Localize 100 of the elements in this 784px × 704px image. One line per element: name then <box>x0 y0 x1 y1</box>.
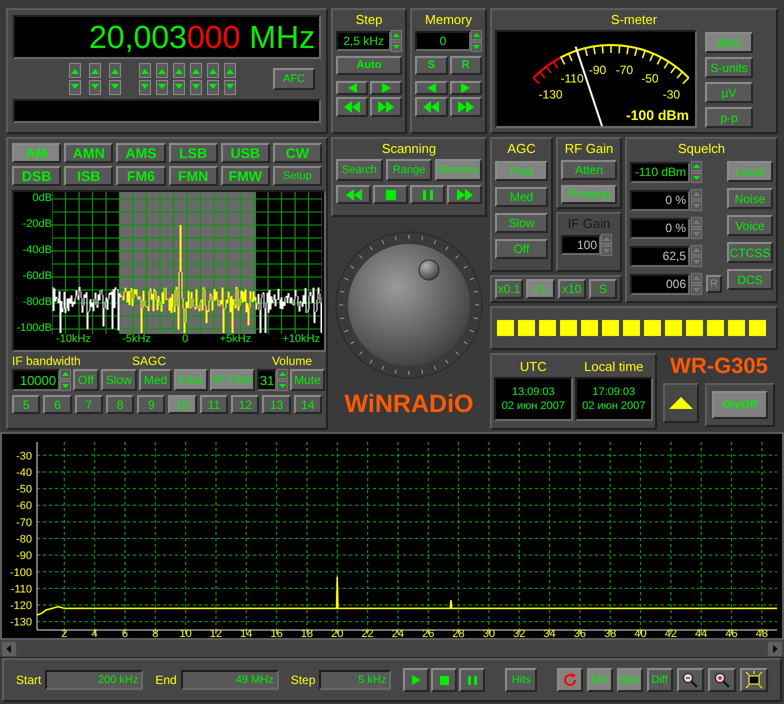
auto-button[interactable]: Auto <box>336 56 402 75</box>
fast-step-down-button[interactable] <box>336 97 368 117</box>
digit-tuning-arrows[interactable] <box>89 63 101 95</box>
squelch-mode-button[interactable]: CTCSS <box>727 242 773 263</box>
scan-forward-button[interactable] <box>447 185 482 204</box>
zoom-in-button[interactable] <box>708 668 736 692</box>
mode-button[interactable]: AMN <box>64 143 114 163</box>
digit-tuning-arrows[interactable] <box>69 63 81 95</box>
mode-button[interactable]: AMS <box>116 143 166 163</box>
agc-button[interactable]: Slow <box>495 213 548 233</box>
scroll-left-icon[interactable] <box>2 642 16 656</box>
digit-tuning-arrows[interactable] <box>173 63 185 95</box>
mode-button[interactable]: FMW <box>220 166 270 186</box>
range-field[interactable]: 49 MHz <box>180 670 279 690</box>
multiplier-button[interactable]: x0.1 <box>495 279 524 299</box>
preset-button[interactable]: 6 <box>43 395 72 414</box>
agc-button[interactable]: Off <box>495 239 548 259</box>
trace-toggle-button[interactable]: Max <box>616 668 643 692</box>
mode-button[interactable]: CW <box>272 143 322 163</box>
agc-button[interactable]: Med <box>495 187 548 207</box>
mute-button[interactable]: Mute <box>290 369 325 391</box>
sagc-button[interactable]: Fast <box>174 369 208 391</box>
fast-step-up-button[interactable] <box>370 97 402 117</box>
range-field[interactable]: 5 kHz <box>319 670 392 690</box>
play-button[interactable] <box>403 668 430 692</box>
spinner-arrows[interactable] <box>471 30 482 52</box>
if-bandwidth-field[interactable]: 10000 <box>12 369 60 391</box>
mode-button[interactable]: ISB <box>64 166 114 186</box>
digit-tuning-arrows[interactable] <box>224 63 236 95</box>
unit-button[interactable]: p-p <box>705 107 753 128</box>
mode-button[interactable]: FM6 <box>116 166 166 186</box>
preset-button[interactable]: 10 <box>168 395 197 414</box>
spinner-arrows[interactable] <box>691 161 702 183</box>
rf-gain-button[interactable]: Preamp <box>561 184 617 204</box>
digit-tuning-arrows[interactable] <box>190 63 202 95</box>
multiplier-button[interactable]: x10 <box>558 279 586 299</box>
step-down-button[interactable] <box>336 81 368 95</box>
step-up-button[interactable] <box>370 81 402 95</box>
scan-pause-button[interactable] <box>410 185 445 204</box>
preset-button[interactable]: 9 <box>137 395 166 414</box>
preset-button[interactable]: 5 <box>12 395 40 414</box>
preset-button[interactable]: 8 <box>106 395 134 414</box>
step-field[interactable]: 2,5 kHz <box>336 31 392 51</box>
horizontal-scrollbar[interactable] <box>0 640 784 658</box>
mode-button[interactable]: AM <box>12 143 62 163</box>
preset-button[interactable]: 7 <box>74 395 103 414</box>
memory-fast-forward-button[interactable] <box>450 97 482 117</box>
scan-stop-button[interactable] <box>373 185 408 204</box>
digit-tuning-arrows[interactable] <box>207 63 219 95</box>
multiplier-button[interactable]: x1 <box>526 279 554 299</box>
mode-button[interactable]: FMN <box>168 166 218 186</box>
volume-field[interactable]: 31 <box>257 369 278 391</box>
hits-button[interactable]: Hits <box>505 668 538 692</box>
setup-button[interactable]: Setup <box>272 166 322 186</box>
memory-next-button[interactable] <box>450 81 482 95</box>
scan-mode-button[interactable]: Search <box>336 159 383 181</box>
spinner-arrows[interactable] <box>391 30 402 52</box>
preset-button[interactable]: 14 <box>294 395 322 414</box>
rf-gain-button[interactable]: Atten <box>561 160 617 180</box>
refresh-button[interactable] <box>557 668 584 692</box>
squelch-field[interactable]: -110 dBm <box>630 162 690 182</box>
spinner-arrows[interactable] <box>60 369 71 391</box>
preset-button[interactable]: 11 <box>200 395 228 414</box>
screen-capture-button[interactable] <box>740 668 768 692</box>
agc-button[interactable]: Fast <box>495 161 548 181</box>
memory-previous-button[interactable] <box>415 81 448 95</box>
digit-tuning-arrows[interactable] <box>139 63 151 95</box>
mode-button[interactable]: USB <box>220 143 270 163</box>
memory-fast-back-button[interactable] <box>415 97 448 117</box>
trace-toggle-button[interactable]: Diff <box>646 668 673 692</box>
scan-mode-button[interactable]: Memory <box>435 159 482 181</box>
unit-button[interactable]: S-units <box>705 57 753 78</box>
preset-button[interactable]: 13 <box>262 395 291 414</box>
spinner-arrows[interactable] <box>277 369 288 391</box>
zoom-out-button[interactable] <box>676 668 704 692</box>
sagc-button[interactable]: Med <box>138 369 172 391</box>
multiplier-button[interactable]: S <box>588 279 617 299</box>
range-field[interactable]: 200 kHz <box>45 670 144 690</box>
squelch-mode-button[interactable]: Level <box>727 161 773 182</box>
scan-back-button[interactable] <box>336 185 371 204</box>
preset-button[interactable]: 12 <box>231 395 260 414</box>
unit-button[interactable]: µV <box>705 82 753 103</box>
digit-tuning-arrows[interactable] <box>156 63 168 95</box>
trace-toggle-button[interactable]: Min <box>587 668 613 692</box>
squelch-mode-button[interactable]: Voice <box>727 215 773 236</box>
pause-button[interactable] <box>459 668 486 692</box>
sagc-button[interactable]: Slow <box>100 369 137 391</box>
afc-button[interactable]: AFC <box>273 68 315 90</box>
af-filter-button[interactable]: AF Filter <box>210 369 256 391</box>
squelch-mode-button[interactable]: Noise <box>727 188 773 209</box>
expand-button[interactable] <box>663 383 699 423</box>
memory-field[interactable]: 0 <box>415 31 471 51</box>
scroll-right-icon[interactable] <box>768 642 782 656</box>
squelch-mode-button[interactable]: DCS <box>727 269 773 290</box>
sagc-button[interactable]: Off <box>73 369 99 391</box>
stop-button[interactable] <box>431 668 458 692</box>
digit-tuning-arrows[interactable] <box>109 63 121 95</box>
store-recall-button[interactable]: R <box>450 56 482 75</box>
mode-button[interactable]: LSB <box>168 143 218 163</box>
unit-button[interactable]: dBm <box>705 32 753 53</box>
